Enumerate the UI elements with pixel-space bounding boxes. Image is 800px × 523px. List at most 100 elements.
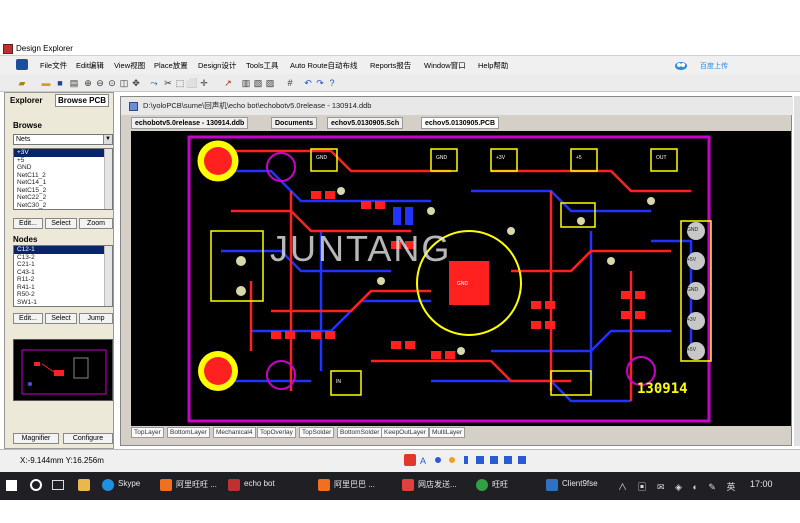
- tab-explorer[interactable]: Explorer: [10, 96, 42, 105]
- task-wangwang[interactable]: 阿里旺旺 ...: [176, 479, 217, 490]
- shop-icon[interactable]: [402, 479, 414, 491]
- zoom-out-icon[interactable]: ⊖: [94, 77, 106, 89]
- list-item[interactable]: GND: [14, 164, 112, 172]
- zoom-in-icon[interactable]: ⊕: [82, 77, 94, 89]
- scrollbar[interactable]: [104, 246, 112, 306]
- layer-tab[interactable]: BottomSolder: [337, 427, 383, 438]
- list-item[interactable]: C13-2: [14, 254, 112, 262]
- list-item[interactable]: C43-1: [14, 269, 112, 277]
- help-icon[interactable]: ?: [326, 77, 338, 89]
- zoom-fit-icon[interactable]: ⊙: [106, 77, 118, 89]
- menu-help[interactable]: Help帮助: [478, 60, 508, 71]
- menu-edit[interactable]: Edit编辑: [76, 60, 104, 71]
- redo-icon[interactable]: ↷: [314, 77, 326, 89]
- task-shop[interactable]: 网店发送...: [418, 479, 457, 490]
- cross-probe-icon[interactable]: ✥: [130, 77, 142, 89]
- list-item[interactable]: SW1-1: [14, 299, 112, 307]
- menu-icon[interactable]: [16, 59, 28, 70]
- menu-window[interactable]: Window窗口: [424, 60, 466, 71]
- menu-design[interactable]: Design设计: [198, 60, 236, 71]
- skype-icon[interactable]: [102, 479, 114, 491]
- chevron-down-icon[interactable]: ▼: [103, 135, 112, 144]
- list-item[interactable]: NetC14_1: [14, 179, 112, 187]
- task-view-icon[interactable]: [52, 480, 64, 490]
- jump-node-button[interactable]: Jump: [79, 313, 113, 324]
- list-item[interactable]: +3V: [14, 149, 112, 157]
- list-item[interactable]: R11-2: [14, 276, 112, 284]
- edit-node-button[interactable]: Edit...: [13, 313, 43, 324]
- tab-browse-pcb[interactable]: Browse PCB: [55, 94, 110, 107]
- layer-tab[interactable]: Mechanical4: [213, 427, 256, 438]
- zoom-area-icon[interactable]: ◫: [118, 77, 130, 89]
- layer-tab[interactable]: TopSolder: [299, 427, 335, 438]
- list-item[interactable]: R41-1: [14, 284, 112, 292]
- undo-icon[interactable]: ↶: [302, 77, 314, 89]
- nodes-list[interactable]: C12-1 C13-2 C21-1 C43-1 R11-2 R41-1 R50-…: [13, 245, 113, 307]
- menu-tools[interactable]: Tools工具: [246, 60, 279, 71]
- route-icon[interactable]: ⤳: [148, 77, 160, 89]
- edit-net-button[interactable]: Edit...: [13, 218, 43, 229]
- select-icon[interactable]: ⬚: [174, 77, 186, 89]
- tab-documents[interactable]: Documents: [271, 117, 318, 129]
- task-client[interactable]: Client9fse: [562, 479, 598, 488]
- list-item[interactable]: NetC15_2: [14, 187, 112, 195]
- search-icon[interactable]: [30, 479, 42, 491]
- save-icon[interactable]: ■: [54, 77, 66, 89]
- task-echo-bot[interactable]: echo bot: [244, 479, 275, 488]
- grid-icon[interactable]: #: [284, 77, 296, 89]
- alibaba-icon[interactable]: [318, 479, 330, 491]
- layer-tab[interactable]: KeepOutLayer: [381, 427, 429, 438]
- rule-icon[interactable]: ↗: [222, 77, 234, 89]
- configure-button[interactable]: Configure: [63, 433, 113, 444]
- folder-icon[interactable]: [78, 479, 90, 491]
- cloud-upload-button[interactable]: 百度上传: [672, 59, 744, 72]
- library-icon[interactable]: ▧: [252, 77, 264, 89]
- nets-list[interactable]: +3V +5 GND NetC11_2 NetC14_1 NetC15_2 Ne…: [13, 148, 113, 210]
- client-icon[interactable]: [546, 479, 558, 491]
- chat-icon[interactable]: [476, 479, 488, 491]
- list-item[interactable]: +5: [14, 157, 112, 165]
- magnifier-button[interactable]: Magnifier: [13, 433, 59, 444]
- list-item[interactable]: R50-2: [14, 291, 112, 299]
- menu-file[interactable]: File文件: [40, 60, 67, 71]
- window-scrollbar[interactable]: [794, 96, 800, 446]
- layer-tab[interactable]: TopLayer: [131, 427, 164, 438]
- browse-icon[interactable]: ▨: [264, 77, 276, 89]
- layer-tab[interactable]: TopOverlay: [257, 427, 296, 438]
- cut-icon[interactable]: ✂: [162, 77, 174, 89]
- zoom-net-button[interactable]: Zoom: [79, 218, 113, 229]
- list-item[interactable]: C12-1: [14, 246, 112, 254]
- menu-reports[interactable]: Reports报告: [370, 60, 411, 71]
- menu-place[interactable]: Place放置: [154, 60, 188, 71]
- mini-viewer[interactable]: [13, 339, 113, 401]
- tray-icons[interactable]: ∧ ▣ ✉ ◈ ◐ ✎ 英: [618, 480, 739, 493]
- list-item[interactable]: NetC22_2: [14, 194, 112, 202]
- layer-tab[interactable]: BottomLayer: [167, 427, 210, 438]
- scrollbar[interactable]: [104, 149, 112, 209]
- tab-sch[interactable]: echov5.0130905.Sch: [327, 117, 404, 129]
- task-chat[interactable]: 旺旺: [492, 479, 508, 490]
- select-net-button[interactable]: Select: [45, 218, 77, 229]
- start-icon[interactable]: [6, 480, 17, 491]
- menu-view[interactable]: View视图: [114, 60, 145, 71]
- wangwang-icon[interactable]: [160, 479, 172, 491]
- move-icon[interactable]: ✛: [198, 77, 210, 89]
- layer-tab[interactable]: MultiLayer: [429, 427, 465, 438]
- tab-ddb[interactable]: echobotv5.0release - 130914.ddb: [131, 117, 249, 129]
- pcb-canvas[interactable]: 130914 GND GND GND +3V +5 OUT GND +5V GN…: [131, 131, 791, 426]
- menu-autoroute[interactable]: Auto Route自动布线: [290, 60, 358, 71]
- list-item[interactable]: NetC30_2: [14, 202, 112, 210]
- open-folder-icon[interactable]: ▬: [40, 77, 52, 89]
- pcb-app-icon[interactable]: [228, 479, 240, 491]
- list-item[interactable]: C21-1: [14, 261, 112, 269]
- select-node-button[interactable]: Select: [45, 313, 77, 324]
- tab-pcb[interactable]: echov5.0130905.PCB: [421, 117, 500, 129]
- component-icon[interactable]: ▥: [240, 77, 252, 89]
- list-item[interactable]: NetC11_2: [14, 172, 112, 180]
- task-skype[interactable]: Skype: [118, 479, 140, 488]
- ime-toolbar[interactable]: A: [404, 454, 532, 468]
- browse-select[interactable]: Nets ▼: [13, 134, 113, 145]
- open-icon[interactable]: ▰: [16, 77, 28, 89]
- print-icon[interactable]: ▤: [68, 77, 80, 89]
- task-alibaba[interactable]: 阿里巴巴 ...: [334, 479, 375, 490]
